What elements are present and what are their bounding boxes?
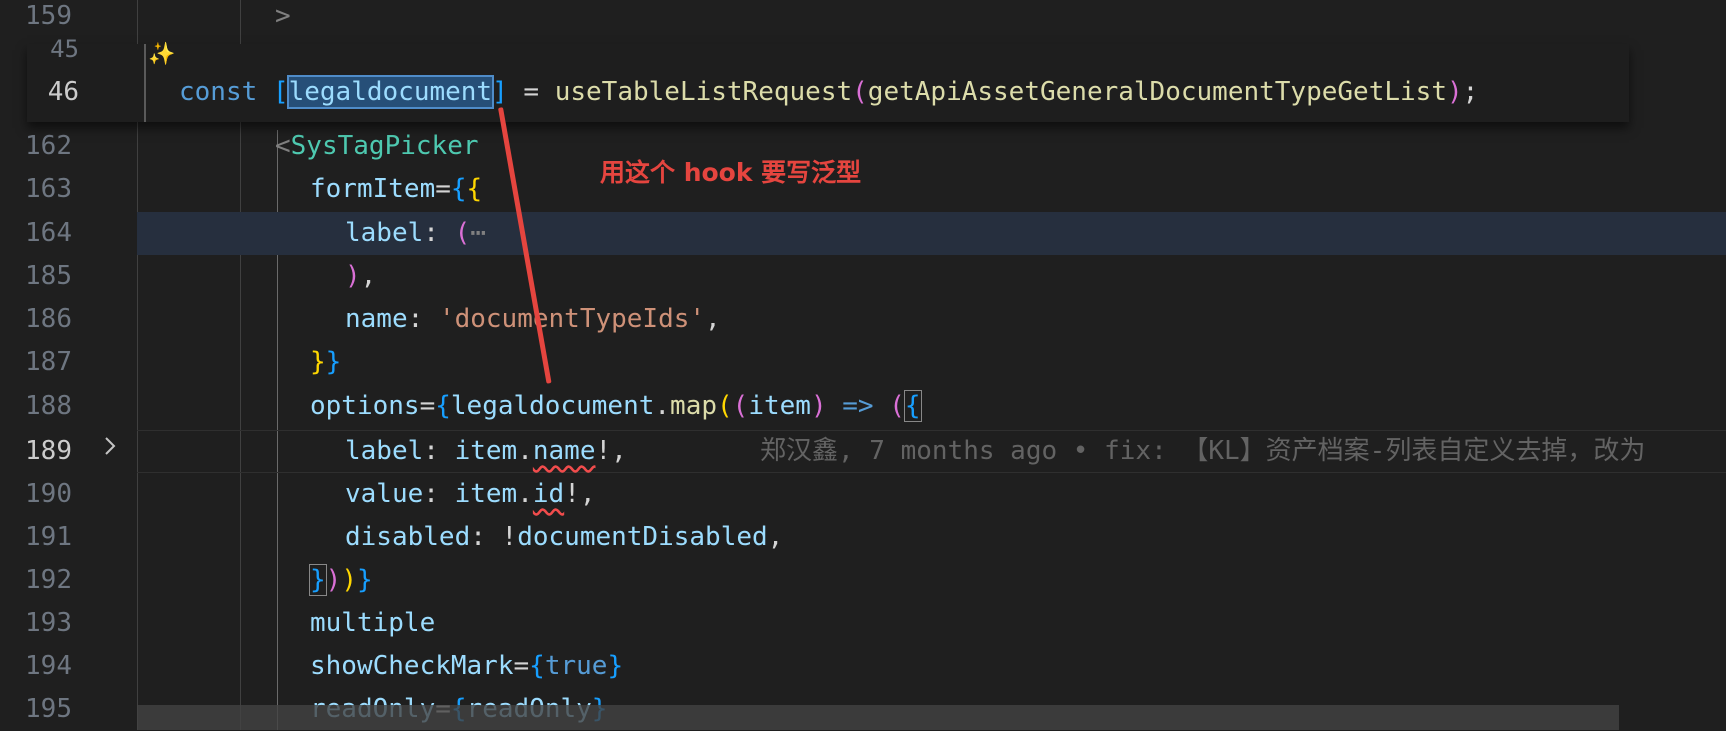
line-number: 194 (25, 651, 72, 681)
line-number: 45 (50, 35, 79, 63)
line-number: 186 (25, 304, 72, 334)
code-line[interactable]: 190 value: item.id!, (0, 473, 1726, 516)
line-number: 164 (25, 218, 72, 248)
code-text: label: item.name!, (345, 436, 627, 466)
line-number: 46 (47, 77, 79, 107)
code-line[interactable]: 188 options={legaldocument.map((item) =>… (0, 385, 1726, 428)
sticky-scroll-peek[interactable]: 45 46 ✨ const [legaldocument] = useTable… (27, 36, 1629, 122)
code-line[interactable]: 193 multiple (0, 602, 1726, 645)
line-number: 192 (25, 565, 72, 595)
line-number: 188 (25, 391, 72, 421)
code-line[interactable]: 191 disabled: !documentDisabled, (0, 516, 1726, 559)
code-line[interactable]: 163 formItem={{ (0, 168, 1726, 211)
code-line[interactable]: 185 ), (0, 255, 1726, 298)
code-text: disabled: !documentDisabled, (345, 522, 784, 552)
code-line[interactable]: 186 name: 'documentTypeIds', (0, 298, 1726, 341)
code-line[interactable]: 162 <SysTagPicker (0, 125, 1726, 168)
code-text: label: (⋯ (345, 218, 486, 248)
code-text: options={legaldocument.map((item) => ({ (310, 390, 922, 422)
line-number: 195 (25, 694, 72, 724)
line-number: 163 (25, 174, 72, 204)
code-text: > (275, 1, 291, 31)
line-number: 185 (25, 261, 72, 291)
line-number: 187 (25, 347, 72, 377)
code-text: multiple (310, 608, 436, 638)
gutter-divider (144, 44, 146, 122)
code-text: formItem={{ (310, 174, 483, 204)
code-text: showCheckMark={true} (310, 651, 624, 681)
line-number: 191 (25, 522, 72, 552)
folded-ellipsis: ⋯ (470, 218, 486, 248)
git-blame-annotation[interactable]: 郑汉鑫, 7 months ago • fix: 【KL】资产档案-列表自定义去… (760, 430, 1645, 473)
code-editor[interactable]: 159 > 162 <SysTagPicker 163 formItem={{ … (0, 0, 1726, 730)
horizontal-scrollbar[interactable] (137, 705, 1619, 730)
code-text: <SysTagPicker (275, 131, 479, 161)
code-text: }} (310, 347, 342, 377)
line-number: 190 (25, 479, 72, 509)
code-text: value: item.id!, (345, 479, 596, 509)
selected-identifier: legaldocument (286, 75, 495, 109)
line-number: 159 (25, 1, 72, 31)
code-line[interactable]: 159 > (0, 0, 1726, 38)
code-line[interactable]: 187 }} (0, 341, 1726, 384)
code-text: }))} (309, 564, 373, 596)
code-text: ), (345, 261, 377, 291)
sparkle-icon[interactable]: ✨ (148, 44, 178, 66)
line-number: 189 (25, 436, 72, 466)
annotation-text: 用这个 hook 要写泛型 (600, 158, 862, 187)
code-line[interactable]: 164 label: (⋯ (0, 212, 1726, 455)
line-number: 193 (25, 608, 72, 638)
code-line[interactable]: 194 showCheckMark={true} (0, 645, 1726, 688)
code-line[interactable]: 192 }))} (0, 559, 1726, 602)
line-number: 162 (25, 131, 72, 161)
code-text: const [legaldocument] = useTableListRequ… (179, 75, 1479, 109)
